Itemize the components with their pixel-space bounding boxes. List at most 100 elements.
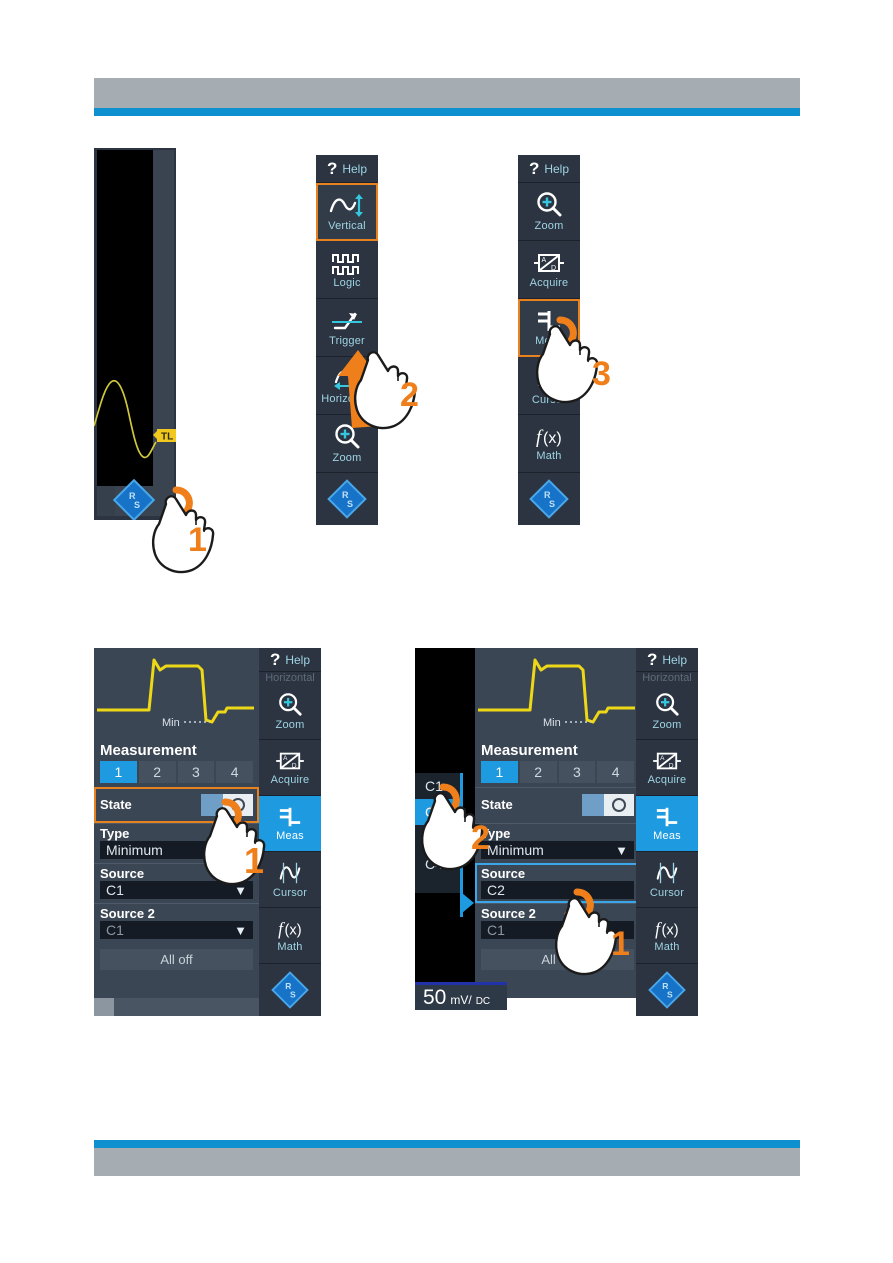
tab-measurement-2[interactable]: 2 <box>138 761 176 783</box>
dropdown-pointer-icon <box>462 893 474 913</box>
step-number-3: 3 <box>592 355 611 393</box>
toolbar-item-cursor[interactable]: Cursor <box>636 852 698 908</box>
toolbar-item-vertical[interactable]: Vertical <box>316 183 378 241</box>
rohde-schwarz-logo: R S <box>259 964 321 1016</box>
toolbar-item-logic[interactable]: Logic <box>316 241 378 299</box>
toolbar-item-meas[interactable]: Meas <box>259 796 321 852</box>
help-button[interactable]: ? Help <box>259 648 321 672</box>
toolbar-item-acquire[interactable]: A D Acquire <box>259 740 321 796</box>
toolbar-item-math[interactable]: f (x) Math <box>259 908 321 964</box>
field-source-value-box[interactable]: C2 <box>481 881 634 899</box>
toolbar-item-acquire[interactable]: A D Acquire <box>518 241 580 299</box>
field-type-value-box[interactable]: Minimum ▼ <box>481 841 634 859</box>
toolbar-item-horizontal[interactable]: Horizontal <box>316 357 378 415</box>
dialog-bottom-tab <box>94 998 114 1016</box>
step-number-1: 1 <box>188 521 207 559</box>
field-state-label: State <box>481 797 513 812</box>
toolbar-item-horizontal-clipped[interactable]: Horizontal <box>259 672 321 684</box>
toolbar-item-label: Zoom <box>652 719 682 731</box>
field-type[interactable]: Type Minimum ▼ <box>94 823 259 863</box>
dialog-side-toolbar: ? Help Horizontal Zoom A D Acquire Meas … <box>636 648 698 1016</box>
toggle-circle-icon <box>231 797 245 812</box>
toolbar-item-zoom[interactable]: Zoom <box>636 684 698 740</box>
field-source-2-value-box[interactable]: C1 ▼ <box>100 921 253 939</box>
toolbar-item-cursor[interactable]: Cursor <box>259 852 321 908</box>
question-mark-icon: ? <box>528 158 540 178</box>
toolbar-item-acquire[interactable]: A D Acquire <box>636 740 698 796</box>
help-button[interactable]: ? Help <box>316 155 378 183</box>
step-number-2: 2 <box>471 819 490 857</box>
toolbar-item-meas[interactable]: Meas <box>636 796 698 852</box>
rohde-schwarz-logo: R S <box>316 473 378 525</box>
field-type[interactable]: Type Minimum ▼ <box>475 823 640 863</box>
toolbar-item-label: Math <box>654 941 680 953</box>
toolbar-item-zoom[interactable]: Zoom <box>316 415 378 473</box>
toolbar-item-meas[interactable]: Meas <box>518 299 580 357</box>
tab-measurement-3[interactable]: 3 <box>558 761 596 783</box>
state-toggle[interactable] <box>582 793 634 816</box>
field-state[interactable]: State <box>94 787 259 823</box>
chevron-down-icon: ▼ <box>234 922 247 938</box>
field-source[interactable]: Source C1 ▼ <box>94 863 259 903</box>
page-header-accent-rule <box>94 108 800 116</box>
tab-measurement-4[interactable]: 4 <box>597 761 634 783</box>
field-state-label: State <box>100 797 132 812</box>
help-label: Help <box>285 652 311 667</box>
question-mark-icon: ? <box>326 158 338 178</box>
dropdown-edge-accent <box>460 773 463 917</box>
help-button[interactable]: ? Help <box>518 155 580 183</box>
meas-icon <box>274 805 306 829</box>
toolbar-item-zoom[interactable]: Zoom <box>259 684 321 740</box>
toolbar-item-horizontal-clipped[interactable]: Horizontal <box>636 672 698 684</box>
channel-option-c3[interactable]: C3 <box>415 825 462 851</box>
field-source-2[interactable]: Source 2 C1 ▼ <box>94 903 259 943</box>
field-state[interactable]: State <box>475 787 640 823</box>
channel-dropdown-list[interactable]: C1 C2 C3 C4 <box>415 773 462 893</box>
channel-option-c1[interactable]: C1 <box>415 773 462 799</box>
figure-toolbar-meas: ? Help Zoom A D Acquire Meas Cursor f (x… <box>518 155 580 525</box>
svg-text:A: A <box>283 755 288 762</box>
field-type-value-box[interactable]: Minimum ▼ <box>100 841 253 859</box>
toolbar-item-label: Acquire <box>270 774 310 786</box>
field-source-2-value: C1 <box>106 922 124 938</box>
field-source[interactable]: Source C2 <box>475 863 640 903</box>
math-icon: f (x) <box>271 918 309 940</box>
all-off-button[interactable]: All off <box>100 949 253 970</box>
field-source-value-box[interactable]: C1 ▼ <box>100 881 253 899</box>
svg-text:D: D <box>669 762 674 769</box>
state-toggle[interactable] <box>201 793 253 816</box>
dialog-bottom-strip <box>94 998 259 1016</box>
field-source-value: C1 <box>106 882 124 898</box>
vertical-icon <box>327 191 367 219</box>
toggle-knob <box>201 793 223 816</box>
measurement-dialog: Min Measurement 1 2 3 4 State Type Minim… <box>94 648 259 998</box>
meas-icon <box>651 805 683 829</box>
tab-measurement-1[interactable]: 1 <box>481 761 518 783</box>
svg-text:(x): (x) <box>543 430 562 447</box>
help-label: Help <box>662 652 688 667</box>
channel-option-c4[interactable]: C4 <box>415 851 462 877</box>
help-button[interactable]: ? Help <box>636 648 698 672</box>
svg-text:S: S <box>134 500 140 510</box>
math-icon: f (x) <box>529 425 569 449</box>
channel-option-c2[interactable]: C2 <box>415 799 462 825</box>
toolbar-item-label: Horizontal <box>321 393 373 405</box>
toolbar-item-math[interactable]: f (x) Math <box>636 908 698 964</box>
tab-measurement-3[interactable]: 3 <box>177 761 215 783</box>
vertical-scale-readout[interactable]: 50 mV/ DC <box>415 982 507 1010</box>
math-icon: f (x) <box>648 918 686 940</box>
toolbar-item-cursor[interactable]: Cursor <box>518 357 580 415</box>
page-header-bar <box>94 78 800 108</box>
toolbar-item-label: Trigger <box>329 335 365 347</box>
tab-measurement-4[interactable]: 4 <box>216 761 253 783</box>
tab-measurement-2[interactable]: 2 <box>519 761 557 783</box>
tab-measurement-1[interactable]: 1 <box>100 761 137 783</box>
svg-text:A: A <box>542 257 547 264</box>
toolbar-item-trigger[interactable]: Trigger <box>316 299 378 357</box>
toolbar-item-zoom[interactable]: Zoom <box>518 183 580 241</box>
toolbar-item-math[interactable]: f (x) Math <box>518 415 580 473</box>
logic-icon <box>329 250 365 276</box>
field-type-label: Type <box>100 826 130 841</box>
field-type-label: Type <box>481 826 511 841</box>
toolbar-item-label: Zoom <box>275 719 305 731</box>
